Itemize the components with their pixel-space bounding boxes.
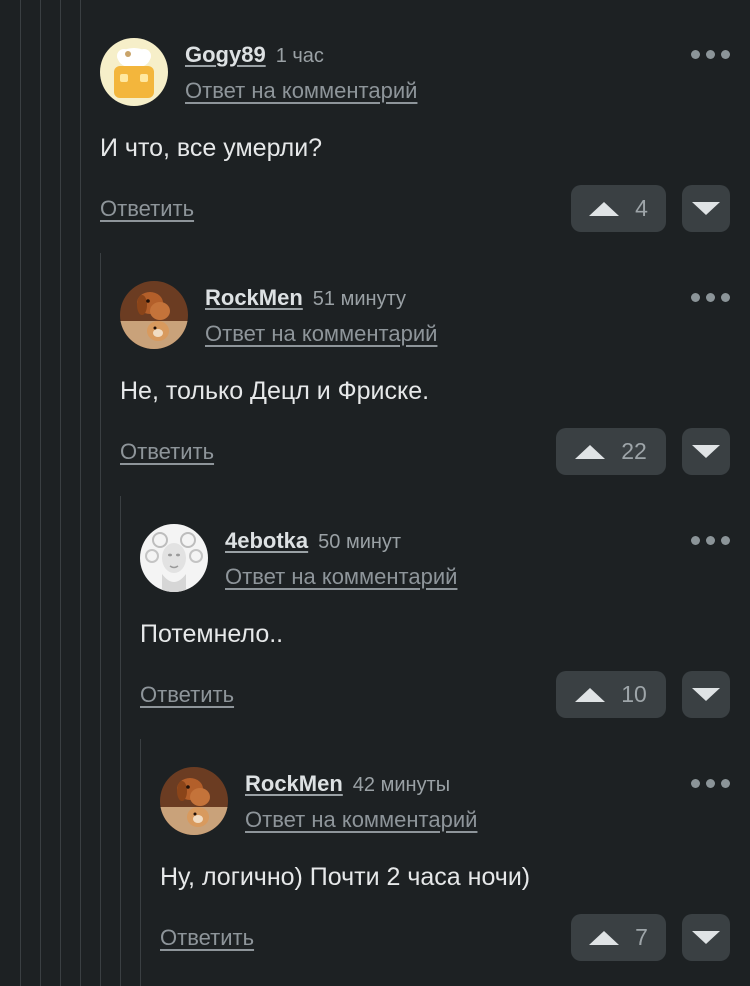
dogs-photo-avatar-icon <box>160 767 228 835</box>
comment-time: 51 минуту <box>312 288 406 310</box>
reply-button[interactable]: Ответить <box>100 196 194 222</box>
thread-line <box>40 0 41 986</box>
comment-time: 1 час <box>275 45 324 67</box>
comment: RockMen 51 минуту Ответ на комментарий Не… <box>120 281 730 481</box>
comment: RockMen 42 минуты Ответ на комментарий Ну… <box>160 767 730 967</box>
comment-text: И что, все умерли? <box>100 134 323 162</box>
comment-meta: 4ebotka 50 минут <box>225 528 401 554</box>
username-link[interactable]: Gogy89 <box>185 42 266 67</box>
downvote-button[interactable] <box>682 671 730 718</box>
arrow-up-icon <box>575 687 606 702</box>
avatar[interactable] <box>160 767 228 835</box>
comment-text: Потемнело.. <box>140 620 284 648</box>
upvote-button[interactable]: 10 <box>556 671 666 718</box>
reply-to-comment-link[interactable]: Ответ на комментарий <box>185 78 417 104</box>
thread-line <box>80 0 81 986</box>
more-options-icon[interactable] <box>691 536 730 545</box>
avatar[interactable] <box>120 281 188 349</box>
reply-to-comment-link[interactable]: Ответ на комментарий <box>225 564 457 590</box>
upvote-button[interactable]: 22 <box>556 428 666 475</box>
dogs-photo-avatar-icon <box>120 281 188 349</box>
thread-line <box>140 739 141 986</box>
comment-text: Ну, логично) Почти 2 часа ночи) <box>160 863 531 891</box>
comment-meta: Gogy89 1 час <box>185 42 324 68</box>
comment-meta: RockMen 51 минуту <box>205 285 406 311</box>
reply-button[interactable]: Ответить <box>160 925 254 951</box>
arrow-down-icon <box>692 931 720 944</box>
more-options-icon[interactable] <box>691 293 730 302</box>
more-options-icon[interactable] <box>691 50 730 59</box>
reply-button[interactable]: Ответить <box>120 439 214 465</box>
comment: Gogy89 1 час Ответ на комментарий И что, … <box>100 38 730 238</box>
upvote-button[interactable]: 7 <box>571 914 666 961</box>
comment: 4ebotka 50 минут Ответ на комментарий Пот… <box>140 524 730 724</box>
downvote-button[interactable] <box>682 428 730 475</box>
arrow-down-icon <box>692 445 720 458</box>
chef-hat-avatar-icon <box>100 38 168 106</box>
username-link[interactable]: RockMen <box>205 285 303 310</box>
arrow-up-icon <box>589 201 620 216</box>
avatar[interactable] <box>100 38 168 106</box>
comment-text: Не, только Децл и Фриске. <box>120 377 430 405</box>
thread-line <box>20 0 21 986</box>
thread-line <box>120 496 121 986</box>
comment-meta: RockMen 42 минуты <box>245 771 450 797</box>
reply-to-comment-link[interactable]: Ответ на комментарий <box>205 321 437 347</box>
comment-time: 42 минуты <box>352 774 451 796</box>
downvote-button[interactable] <box>682 185 730 232</box>
downvote-button[interactable] <box>682 914 730 961</box>
arrow-up-icon <box>575 444 606 459</box>
vote-count: 4 <box>635 195 648 221</box>
comment-time: 50 минут <box>318 531 402 553</box>
thread-line <box>100 253 101 986</box>
username-link[interactable]: 4ebotka <box>225 528 308 553</box>
vote-count: 7 <box>635 924 648 950</box>
medusa-statue-avatar-icon <box>140 524 208 592</box>
arrow-down-icon <box>692 688 720 701</box>
thread-line <box>60 0 61 986</box>
username-link[interactable]: RockMen <box>245 771 343 796</box>
vote-count: 22 <box>621 438 647 464</box>
more-options-icon[interactable] <box>691 779 730 788</box>
arrow-up-icon <box>589 930 620 945</box>
upvote-button[interactable]: 4 <box>571 185 666 232</box>
arrow-down-icon <box>692 202 720 215</box>
reply-to-comment-link[interactable]: Ответ на комментарий <box>245 807 477 833</box>
avatar[interactable] <box>140 524 208 592</box>
vote-count: 10 <box>621 681 647 707</box>
reply-button[interactable]: Ответить <box>140 682 234 708</box>
